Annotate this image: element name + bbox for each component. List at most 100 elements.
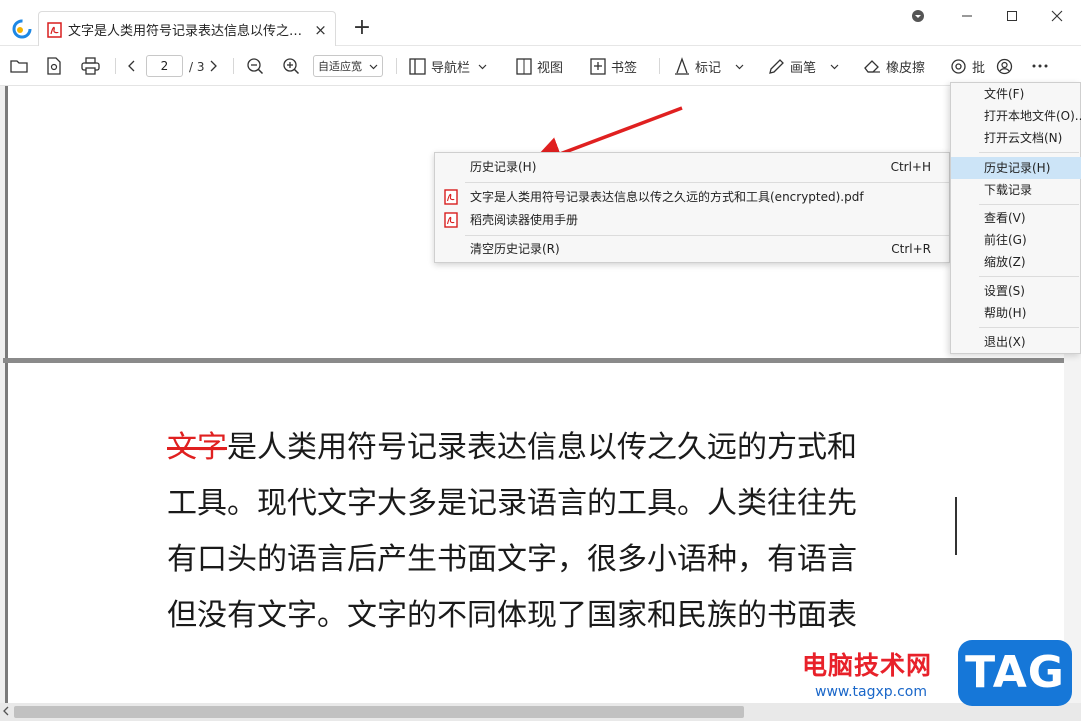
more-menu-button[interactable] — [1031, 54, 1049, 78]
user-icon — [996, 58, 1013, 74]
clear-history-label: 清空历史记录(R) — [470, 242, 560, 256]
history-submenu: 历史记录(H) Ctrl+H 文字是人类用符号记录表达信息以传之久远的方式和工具… — [434, 152, 950, 263]
gear-icon — [951, 58, 966, 74]
menu-divider — [465, 235, 949, 236]
menu-item-exit[interactable]: 退出(X) — [951, 331, 1081, 353]
chevron-left-icon — [128, 60, 135, 72]
menu-item-view[interactable]: 查看(V) — [951, 207, 1081, 229]
zoom-out-icon — [247, 58, 264, 75]
view-label: 视图 — [537, 60, 564, 76]
navigation-pane-button[interactable]: 导航栏 — [409, 54, 487, 78]
watermark-site-name: 电脑技术网 — [802, 651, 933, 680]
main-dropdown-menu: 文件(F) 打开本地文件(O)... 打开云文档(N) 历史记录(H) 下载记录… — [950, 82, 1081, 354]
page-number-input[interactable]: 2 — [146, 55, 183, 77]
print-button[interactable] — [81, 54, 100, 78]
watermark-tag-logo: TAG — [958, 640, 1072, 706]
toolbar-divider — [396, 58, 397, 74]
zoom-out-button[interactable] — [246, 54, 264, 78]
menu-item-help[interactable]: 帮助(H) — [951, 302, 1081, 324]
mark-button[interactable]: 标记 — [674, 54, 744, 78]
menu-divider — [979, 276, 1079, 277]
tab-title: 文字是人类用符号记录表达信息以传之久远... — [68, 24, 309, 39]
main-toolbar: 2 / 3 自适应宽 导航栏 视图 书签 标记 画笔 橡皮擦 批 — [0, 46, 1081, 86]
pdf-file-icon — [47, 21, 62, 38]
prev-page-button[interactable] — [127, 54, 137, 78]
view-button[interactable]: 视图 — [516, 54, 563, 78]
history-header-label: 历史记录(H) — [470, 160, 537, 174]
pdf-file-icon — [444, 189, 458, 205]
document-tab[interactable]: 文字是人类用符号记录表达信息以传之久远... × — [38, 11, 336, 47]
text-line-1-rest: 是人类用符号记录表达信息以传之久远的方式和 — [227, 430, 857, 465]
text-line-3: 有口头的语言后产生书面文字，很多小语种，有语言 — [167, 542, 857, 577]
menu-item-downloads[interactable]: 下载记录 — [951, 179, 1081, 201]
menu-item-settings[interactable]: 设置(S) — [951, 280, 1081, 302]
clear-history-item[interactable]: 清空历史记录(R) Ctrl+R — [435, 237, 949, 261]
pdf-file-icon — [444, 212, 458, 228]
minimize-button[interactable] — [955, 5, 979, 27]
page-total: / 3 — [189, 60, 205, 74]
page-view-icon — [516, 57, 532, 75]
clear-history-shortcut: Ctrl+R — [891, 242, 931, 256]
bookmark-button[interactable]: 书签 — [590, 54, 637, 78]
navigation-pane-label: 导航栏 — [431, 60, 471, 76]
tab-close-icon[interactable]: × — [314, 22, 327, 37]
next-page-button[interactable] — [208, 54, 218, 78]
maximize-button[interactable] — [1000, 5, 1024, 27]
toolbar-divider — [233, 58, 234, 74]
menu-divider — [979, 152, 1079, 153]
menu-item-file[interactable]: 文件(F) — [951, 83, 1081, 105]
text-line-1: 文字是人类用符号记录表达信息以传之久远的方式和 — [167, 420, 947, 476]
chevron-right-icon — [210, 60, 217, 72]
app-logo-icon[interactable] — [12, 19, 32, 39]
eraser-icon — [864, 60, 880, 73]
user-button[interactable] — [996, 54, 1013, 78]
file-search-icon — [47, 57, 61, 75]
horizontal-scrollbar-thumb[interactable] — [14, 706, 744, 718]
menu-item-zoom[interactable]: 缩放(Z) — [951, 251, 1081, 273]
title-bar: 文字是人类用符号记录表达信息以传之久远... × + — [0, 0, 1081, 47]
bookmark-icon — [590, 57, 606, 75]
history-header-item[interactable]: 历史记录(H) Ctrl+H — [435, 155, 949, 179]
history-file-item-1[interactable]: 文字是人类用符号记录表达信息以传之久远的方式和工具(encrypted).pdf — [435, 185, 949, 209]
sidebar-panel-icon — [409, 57, 426, 75]
text-line-2: 工具。现代文字大多是记录语言的工具。人类往往先 — [167, 486, 857, 521]
pen-icon — [769, 58, 784, 74]
close-window-button[interactable] — [1045, 5, 1069, 27]
more-dots-icon — [1032, 64, 1048, 68]
zoom-level-value: 自适应宽 — [318, 60, 362, 73]
mark-label: 标记 — [695, 60, 722, 76]
review-button[interactable]: 批 — [950, 54, 985, 78]
menu-item-history[interactable]: 历史记录(H) — [951, 157, 1081, 179]
toolbar-divider — [659, 58, 660, 74]
account-dropdown-icon[interactable] — [906, 5, 930, 27]
text-cursor — [955, 497, 957, 555]
toolbar-divider — [115, 58, 116, 74]
open-folder-button[interactable] — [10, 54, 28, 78]
history-header-shortcut: Ctrl+H — [890, 160, 931, 174]
chevron-down-icon — [369, 64, 378, 70]
new-tab-button[interactable]: + — [352, 17, 372, 39]
menu-item-goto[interactable]: 前往(G) — [951, 229, 1081, 251]
scroll-left-icon[interactable] — [2, 705, 10, 717]
menu-divider — [465, 182, 949, 183]
page-text: 文字是人类用符号记录表达信息以传之久远的方式和 工具。现代文字大多是记录语言的工… — [167, 420, 947, 644]
history-file-item-2[interactable]: 稻壳阅读器使用手册 — [435, 208, 949, 232]
history-file-label-2: 稻壳阅读器使用手册 — [470, 213, 579, 227]
printer-icon — [81, 57, 100, 75]
menu-item-open-cloud[interactable]: 打开云文档(N) — [951, 127, 1081, 149]
highlighter-icon — [675, 57, 689, 75]
eraser-label: 橡皮擦 — [886, 60, 926, 76]
menu-divider — [979, 204, 1079, 205]
eraser-button[interactable]: 橡皮擦 — [863, 54, 925, 78]
folder-icon — [10, 60, 28, 73]
pen-button[interactable]: 画笔 — [768, 54, 839, 78]
zoom-in-button[interactable] — [282, 54, 300, 78]
strikethrough-text[interactable]: 文字 — [167, 430, 227, 465]
file-info-button[interactable] — [46, 54, 62, 78]
menu-divider — [979, 327, 1079, 328]
bookmark-label: 书签 — [611, 60, 638, 76]
zoom-level-select[interactable]: 自适应宽 — [313, 55, 383, 77]
pen-label: 画笔 — [790, 60, 817, 76]
menu-item-open-local[interactable]: 打开本地文件(O)... — [951, 105, 1081, 127]
chevron-down-icon — [830, 64, 839, 69]
